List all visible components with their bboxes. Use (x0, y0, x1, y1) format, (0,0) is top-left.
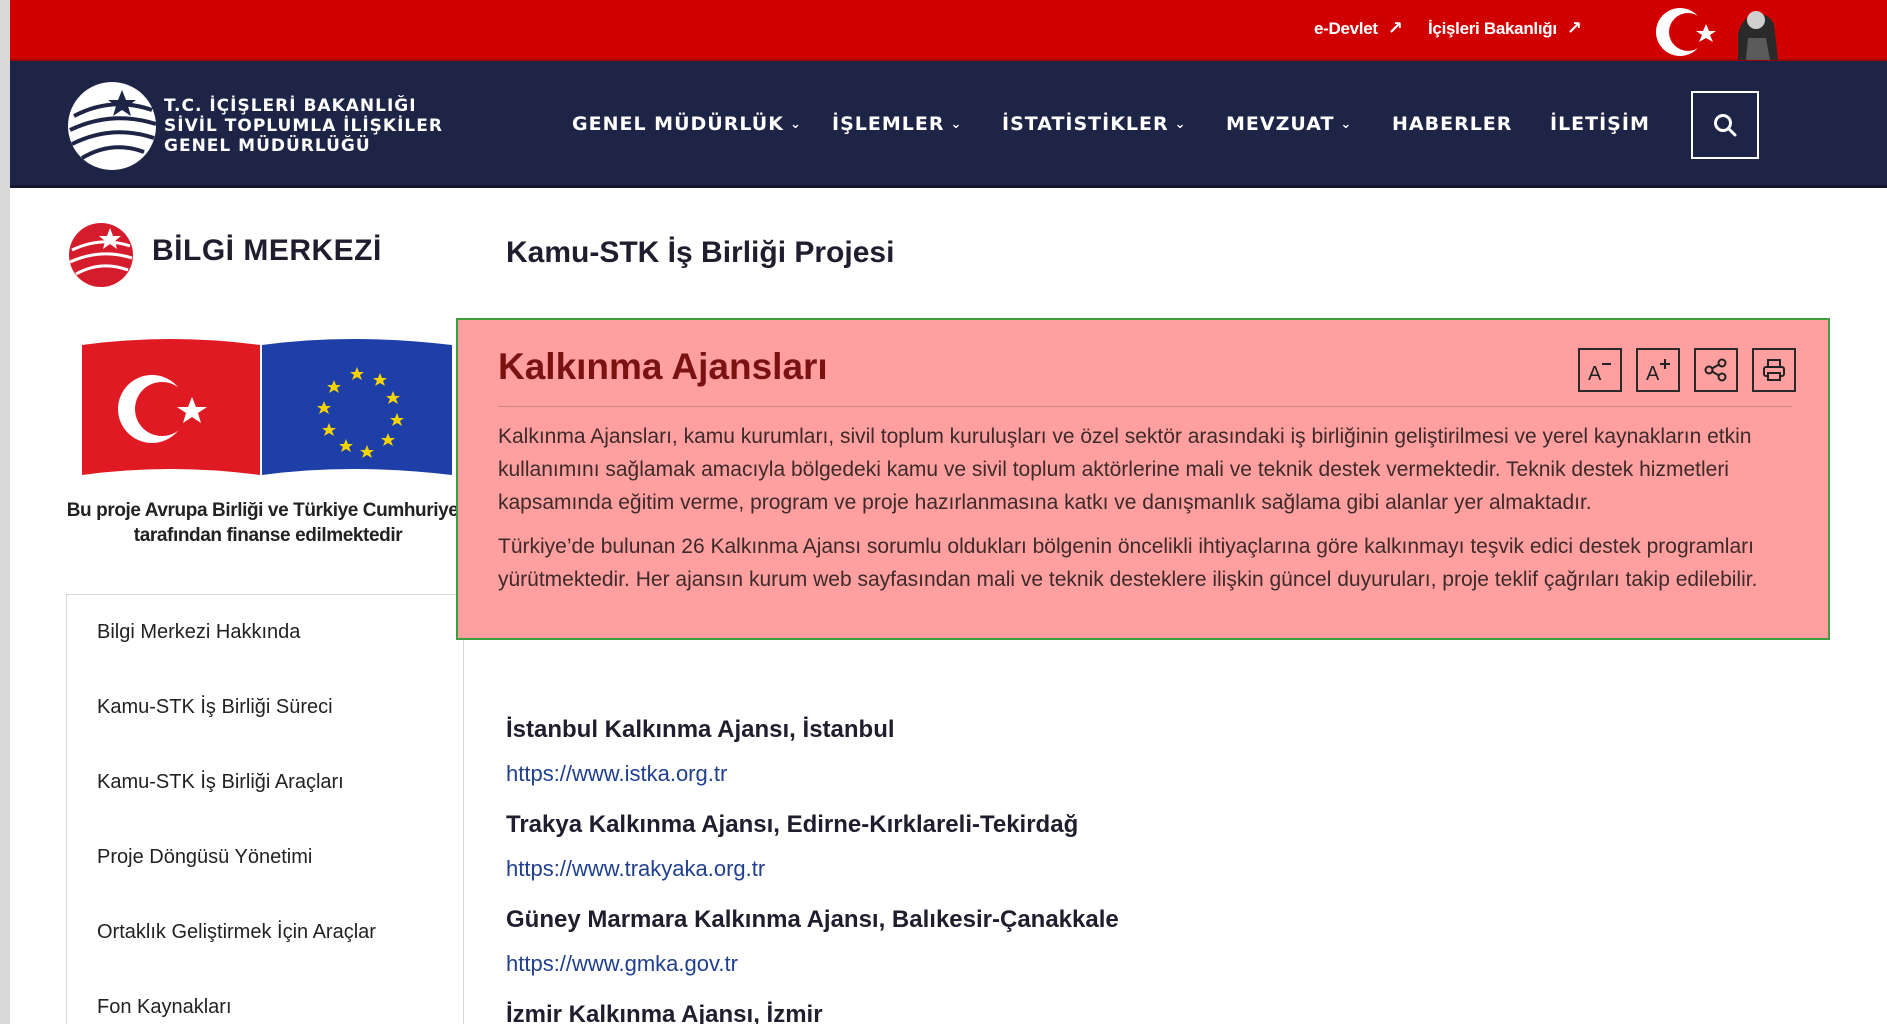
page: e-Devlet ↗ İçişleri Bakanlığı ↗ T.C. İÇİ… (10, 0, 1887, 1024)
logo-globe-icon (68, 82, 157, 170)
funding-note: Bu proje Avrupa Birliği ve Türkiye Cumhu… (66, 498, 470, 548)
print-button[interactable] (1752, 348, 1796, 392)
flag-ataturk-emblem (1656, 8, 1778, 60)
sidebar-header: BİLGİ MERKEZİ (66, 220, 386, 290)
nav-iletisim[interactable]: İLETİŞİM (1550, 113, 1650, 135)
main-navigation: T.C. İÇİŞLERİ BAKANLIĞI SİVİL TOPLUMLA İ… (10, 61, 1887, 188)
sidebar-item-is-birligi-araclari[interactable]: Kamu-STK İş Birliği Araçları (97, 771, 344, 794)
sidebar-item-ortaklik-araclari[interactable]: Ortaklık Geliştirmek İçin Araçlar (97, 921, 376, 944)
icisleri-bakanligi-label: İçişleri Bakanlığı (1428, 18, 1557, 38)
agency-title: İstanbul Kalkınma Ajansı, İstanbul (506, 716, 895, 743)
search-icon (1714, 114, 1737, 137)
e-devlet-label: e-Devlet (1314, 18, 1378, 38)
agency-title: Güney Marmara Kalkınma Ajansı, Balıkesir… (506, 906, 1119, 933)
logo-line-2: SİVİL TOPLUMLA İLİŞKİLER (164, 116, 443, 136)
nav-istatistikler[interactable]: İSTATİSTİKLER ⌄ (1002, 113, 1187, 135)
section-title: Kalkınma Ajansları (498, 346, 828, 387)
agency-link[interactable]: https://www.trakyaka.org.tr (506, 856, 765, 882)
share-icon (1704, 358, 1727, 382)
nav-mevzuat[interactable]: MEVZUAT ⌄ (1226, 113, 1352, 135)
svg-text:A: A (1646, 363, 1660, 385)
nav-label: İLETİŞİM (1550, 113, 1650, 135)
logo-line-1: T.C. İÇİŞLERİ BAKANLIĞI (164, 96, 417, 116)
paragraph-2: Türkiye’de bulunan 26 Kalkınma Ajansı so… (498, 535, 1758, 591)
logo-line-3: GENEL MÜDÜRLÜĞÜ (164, 136, 371, 156)
chevron-down-icon: ⌄ (1174, 116, 1187, 132)
top-utility-bar: e-Devlet ↗ İçişleri Bakanlığı ↗ (10, 0, 1887, 61)
sidebar-item-bilgi-merkezi-hakkinda[interactable]: Bilgi Merkezi Hakkında (97, 621, 300, 644)
sidebar-item-fon-kaynaklari[interactable]: Fon Kaynakları (97, 996, 232, 1019)
share-button[interactable] (1694, 348, 1738, 392)
sidebar-menu: Bilgi Merkezi Hakkında Kamu-STK İş Birli… (66, 594, 464, 1024)
icisleri-bakanligi-link[interactable]: İçişleri Bakanlığı ↗ (1428, 18, 1582, 39)
font-decrease-icon: A (1588, 363, 1611, 385)
funding-line-2: tarafından finanse edilmektedir (133, 525, 403, 546)
nav-islemler[interactable]: İŞLEMLER ⌄ (832, 113, 962, 135)
external-link-icon: ↗ (1566, 18, 1582, 38)
nav-haberler[interactable]: HABERLER (1392, 113, 1512, 135)
print-icon (1763, 359, 1785, 381)
font-increase-icon: A (1646, 359, 1670, 385)
svg-text:A: A (1588, 363, 1602, 385)
section-divider (498, 406, 1792, 407)
site-logo[interactable]: T.C. İÇİŞLERİ BAKANLIĞI SİVİL TOPLUMLA İ… (64, 76, 442, 176)
search-button[interactable] (1691, 91, 1759, 159)
nav-genel-mudurluk[interactable]: GENEL MÜDÜRLÜK ⌄ (572, 113, 802, 135)
logo-text: T.C. İÇİŞLERİ BAKANLIĞI SİVİL TOPLUMLA İ… (164, 96, 443, 156)
nav-label: MEVZUAT (1226, 113, 1335, 135)
nav-label: HABERLER (1392, 113, 1513, 135)
agency-title: İzmir Kalkınma Ajansı, İzmir (506, 1001, 823, 1024)
chevron-down-icon: ⌄ (950, 116, 963, 132)
sidebar-item-is-birligi-sureci[interactable]: Kamu-STK İş Birliği Süreci (97, 696, 333, 719)
chevron-down-icon: ⌄ (1340, 116, 1353, 132)
nav-label: GENEL MÜDÜRLÜK (572, 113, 784, 135)
sidebar-item-proje-dongusu[interactable]: Proje Döngüsü Yönetimi (97, 846, 312, 869)
chevron-down-icon: ⌄ (789, 116, 802, 132)
paragraph-1: Kalkınma Ajansları, kamu kurumları, sivi… (498, 425, 1752, 514)
tr-eu-flags-image (82, 339, 452, 475)
external-link-icon: ↗ (1387, 18, 1403, 38)
font-increase-button[interactable]: A (1636, 348, 1680, 392)
font-decrease-button[interactable]: A (1578, 348, 1622, 392)
sidebar-title: BİLGİ MERKEZİ (152, 234, 382, 267)
agency-link[interactable]: https://www.gmka.gov.tr (506, 951, 738, 977)
agency-title: Trakya Kalkınma Ajansı, Edirne-Kırklarel… (506, 811, 1079, 838)
highlighted-section: Kalkınma Ajansları A A Kalkınma Ajanslar… (456, 318, 1830, 640)
window-edge (0, 0, 10, 1024)
e-devlet-link[interactable]: e-Devlet ↗ (1314, 18, 1403, 39)
bilgi-merkezi-logo-icon (69, 223, 133, 287)
nav-label: İŞLEMLER (832, 113, 945, 135)
agency-link[interactable]: https://www.istka.org.tr (506, 761, 727, 787)
funding-line-1: Bu proje Avrupa Birliği ve Türkiye Cumhu… (66, 500, 470, 521)
page-title: Kamu-STK İş Birliği Projesi (506, 236, 895, 269)
nav-label: İSTATİSTİKLER (1002, 113, 1169, 135)
